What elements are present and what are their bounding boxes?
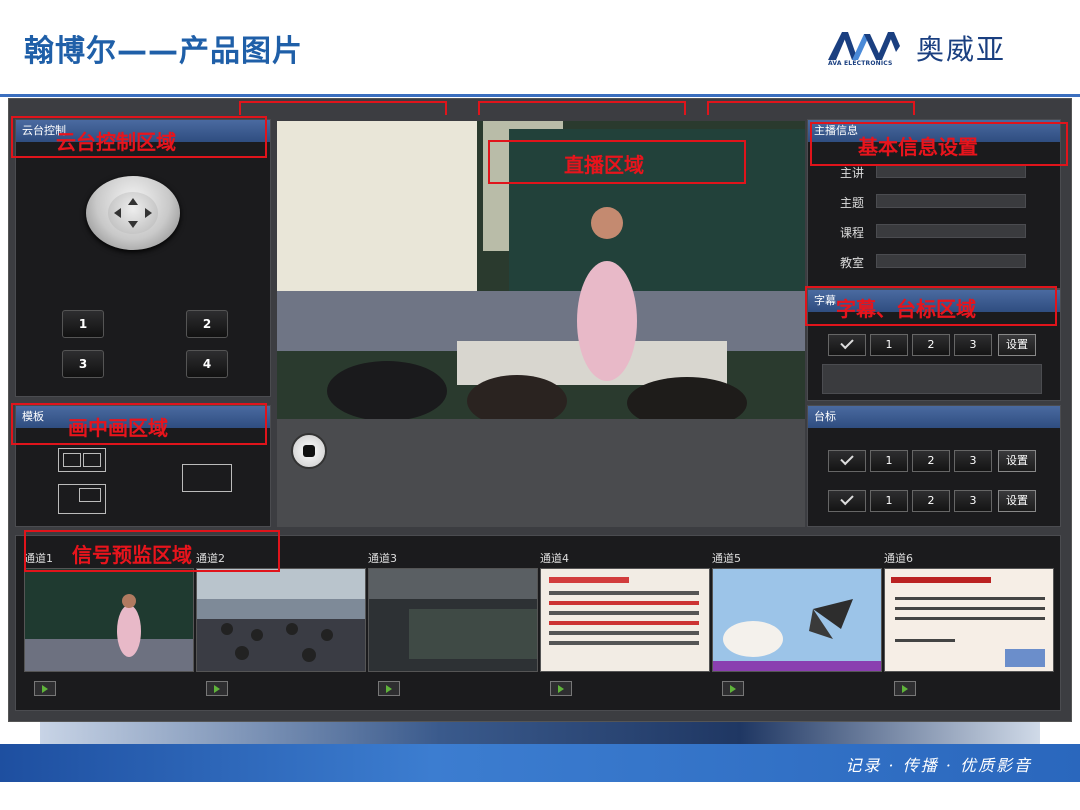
arrow-left-icon[interactable] <box>114 208 121 218</box>
students-thumbnail-image <box>197 569 365 671</box>
logo-b-button-1[interactable]: 1 <box>870 490 908 512</box>
footer-slogan: 记录 · 传播 · 优质影音 <box>845 756 1032 775</box>
channel-thumbnail-3[interactable] <box>368 568 538 672</box>
subtitle-button-2[interactable]: 2 <box>912 334 950 356</box>
channel-thumbnail-2[interactable] <box>196 568 366 672</box>
annotation-top-bracket-2 <box>478 101 686 115</box>
logo-a-button-2[interactable]: 2 <box>912 450 950 472</box>
course-field[interactable] <box>876 224 1026 238</box>
channel-thumbnail-5[interactable] <box>712 568 882 672</box>
classroom-wide-thumbnail-image <box>369 569 537 671</box>
channel-label-5: 通道5 <box>712 552 741 565</box>
template-right-pane <box>83 453 101 467</box>
live-control-bar <box>277 419 805 527</box>
play-icon <box>558 685 564 693</box>
channel-label-4: 通道4 <box>540 552 569 565</box>
info-label-classroom: 教室 <box>840 256 865 270</box>
subtitle-toggle-button[interactable] <box>828 334 866 356</box>
channel-label-6: 通道6 <box>884 552 913 565</box>
channel-2-play-button[interactable] <box>206 681 228 696</box>
channel-thumbnail-4[interactable] <box>540 568 710 672</box>
topic-field[interactable] <box>876 194 1026 208</box>
annotation-ptz-area: 云台控制区域 <box>56 130 176 154</box>
play-icon <box>386 685 392 693</box>
check-icon <box>840 335 854 350</box>
template-single[interactable] <box>182 464 232 492</box>
annotation-preview-area: 信号预监区域 <box>72 543 192 567</box>
logo-b-button-3[interactable]: 3 <box>954 490 992 512</box>
info-label-course: 课程 <box>840 226 865 240</box>
check-icon <box>840 491 854 506</box>
annotation-live-area: 直播区域 <box>564 153 644 177</box>
channel-label-3: 通道3 <box>368 552 397 565</box>
arrow-up-icon[interactable] <box>128 198 138 205</box>
subtitle-text-input[interactable] <box>822 364 1042 394</box>
info-label-speaker: 主讲 <box>840 166 865 180</box>
record-button[interactable] <box>291 433 327 469</box>
annotation-top-bracket-3 <box>707 101 915 115</box>
logo-a-settings-button[interactable]: 设置 <box>998 450 1036 472</box>
logo-toggle-button-a[interactable] <box>828 450 866 472</box>
classroom-field[interactable] <box>876 254 1026 268</box>
annotation-info-area: 基本信息设置 <box>858 135 978 159</box>
ptz-direction-pad[interactable] <box>86 176 180 250</box>
logo-subtitle: AVA ELECTRONICS <box>828 60 893 67</box>
channel-3-play-button[interactable] <box>378 681 400 696</box>
template-side-by-side[interactable] <box>58 448 106 472</box>
play-icon <box>214 685 220 693</box>
play-icon <box>42 685 48 693</box>
play-icon <box>902 685 908 693</box>
check-icon <box>840 451 854 466</box>
station-logo-panel: 台标 1 2 3 设置 1 2 3 设置 <box>807 405 1061 527</box>
subtitle-settings-button[interactable]: 设置 <box>998 334 1036 356</box>
ava-logo: AVA ELECTRONICS 奥威亚 <box>826 30 1046 70</box>
arrow-down-icon[interactable] <box>128 221 138 228</box>
logo-a-button-1[interactable]: 1 <box>870 450 908 472</box>
logo-text: 奥威亚 <box>916 33 1007 66</box>
channel-4-play-button[interactable] <box>550 681 572 696</box>
annotation-pip-area: 画中画区域 <box>68 416 168 440</box>
logo-b-settings-button[interactable]: 设置 <box>998 490 1036 512</box>
slide-thumbnail-image <box>541 569 709 671</box>
logo-toggle-button-b[interactable] <box>828 490 866 512</box>
logo-a-button-3[interactable]: 3 <box>954 450 992 472</box>
preset-button-3[interactable]: 3 <box>62 350 104 378</box>
stop-icon <box>303 445 315 457</box>
info-label-topic: 主题 <box>840 196 865 210</box>
template-pip-pane <box>79 488 101 502</box>
station-logo-panel-header: 台标 <box>808 406 1060 428</box>
annotation-subtitle-area: 字幕、台标区域 <box>836 297 976 321</box>
preset-button-2[interactable]: 2 <box>186 310 228 338</box>
channel-thumbnail-1[interactable] <box>24 568 194 672</box>
preset-button-4[interactable]: 4 <box>186 350 228 378</box>
channel-5-play-button[interactable] <box>722 681 744 696</box>
preset-button-1[interactable]: 1 <box>62 310 104 338</box>
play-icon <box>730 685 736 693</box>
butterfly-thumbnail-image <box>713 569 881 671</box>
speaker-field[interactable] <box>876 164 1026 178</box>
slide-title: 翰博尔——产品图片 <box>24 34 303 69</box>
subtitle-button-3[interactable]: 3 <box>954 334 992 356</box>
annotation-top-bracket-1 <box>239 101 447 115</box>
template-left-pane <box>63 453 81 467</box>
channel-6-play-button[interactable] <box>894 681 916 696</box>
footer-shade <box>40 722 1040 744</box>
channel-1-play-button[interactable] <box>34 681 56 696</box>
header-divider <box>0 94 1080 97</box>
logo-b-button-2[interactable]: 2 <box>912 490 950 512</box>
ava-logo-icon <box>828 32 900 60</box>
subtitle-button-1[interactable]: 1 <box>870 334 908 356</box>
ptz-control-panel: 云台控制 1 2 3 4 <box>15 119 271 397</box>
ptz-dpad-center[interactable] <box>108 192 158 234</box>
document-thumbnail-image <box>885 569 1053 671</box>
channel-thumbnail-6[interactable] <box>884 568 1054 672</box>
template-picture-in-picture[interactable] <box>58 484 106 514</box>
teacher-thumbnail-image <box>25 569 193 671</box>
arrow-right-icon[interactable] <box>145 208 152 218</box>
